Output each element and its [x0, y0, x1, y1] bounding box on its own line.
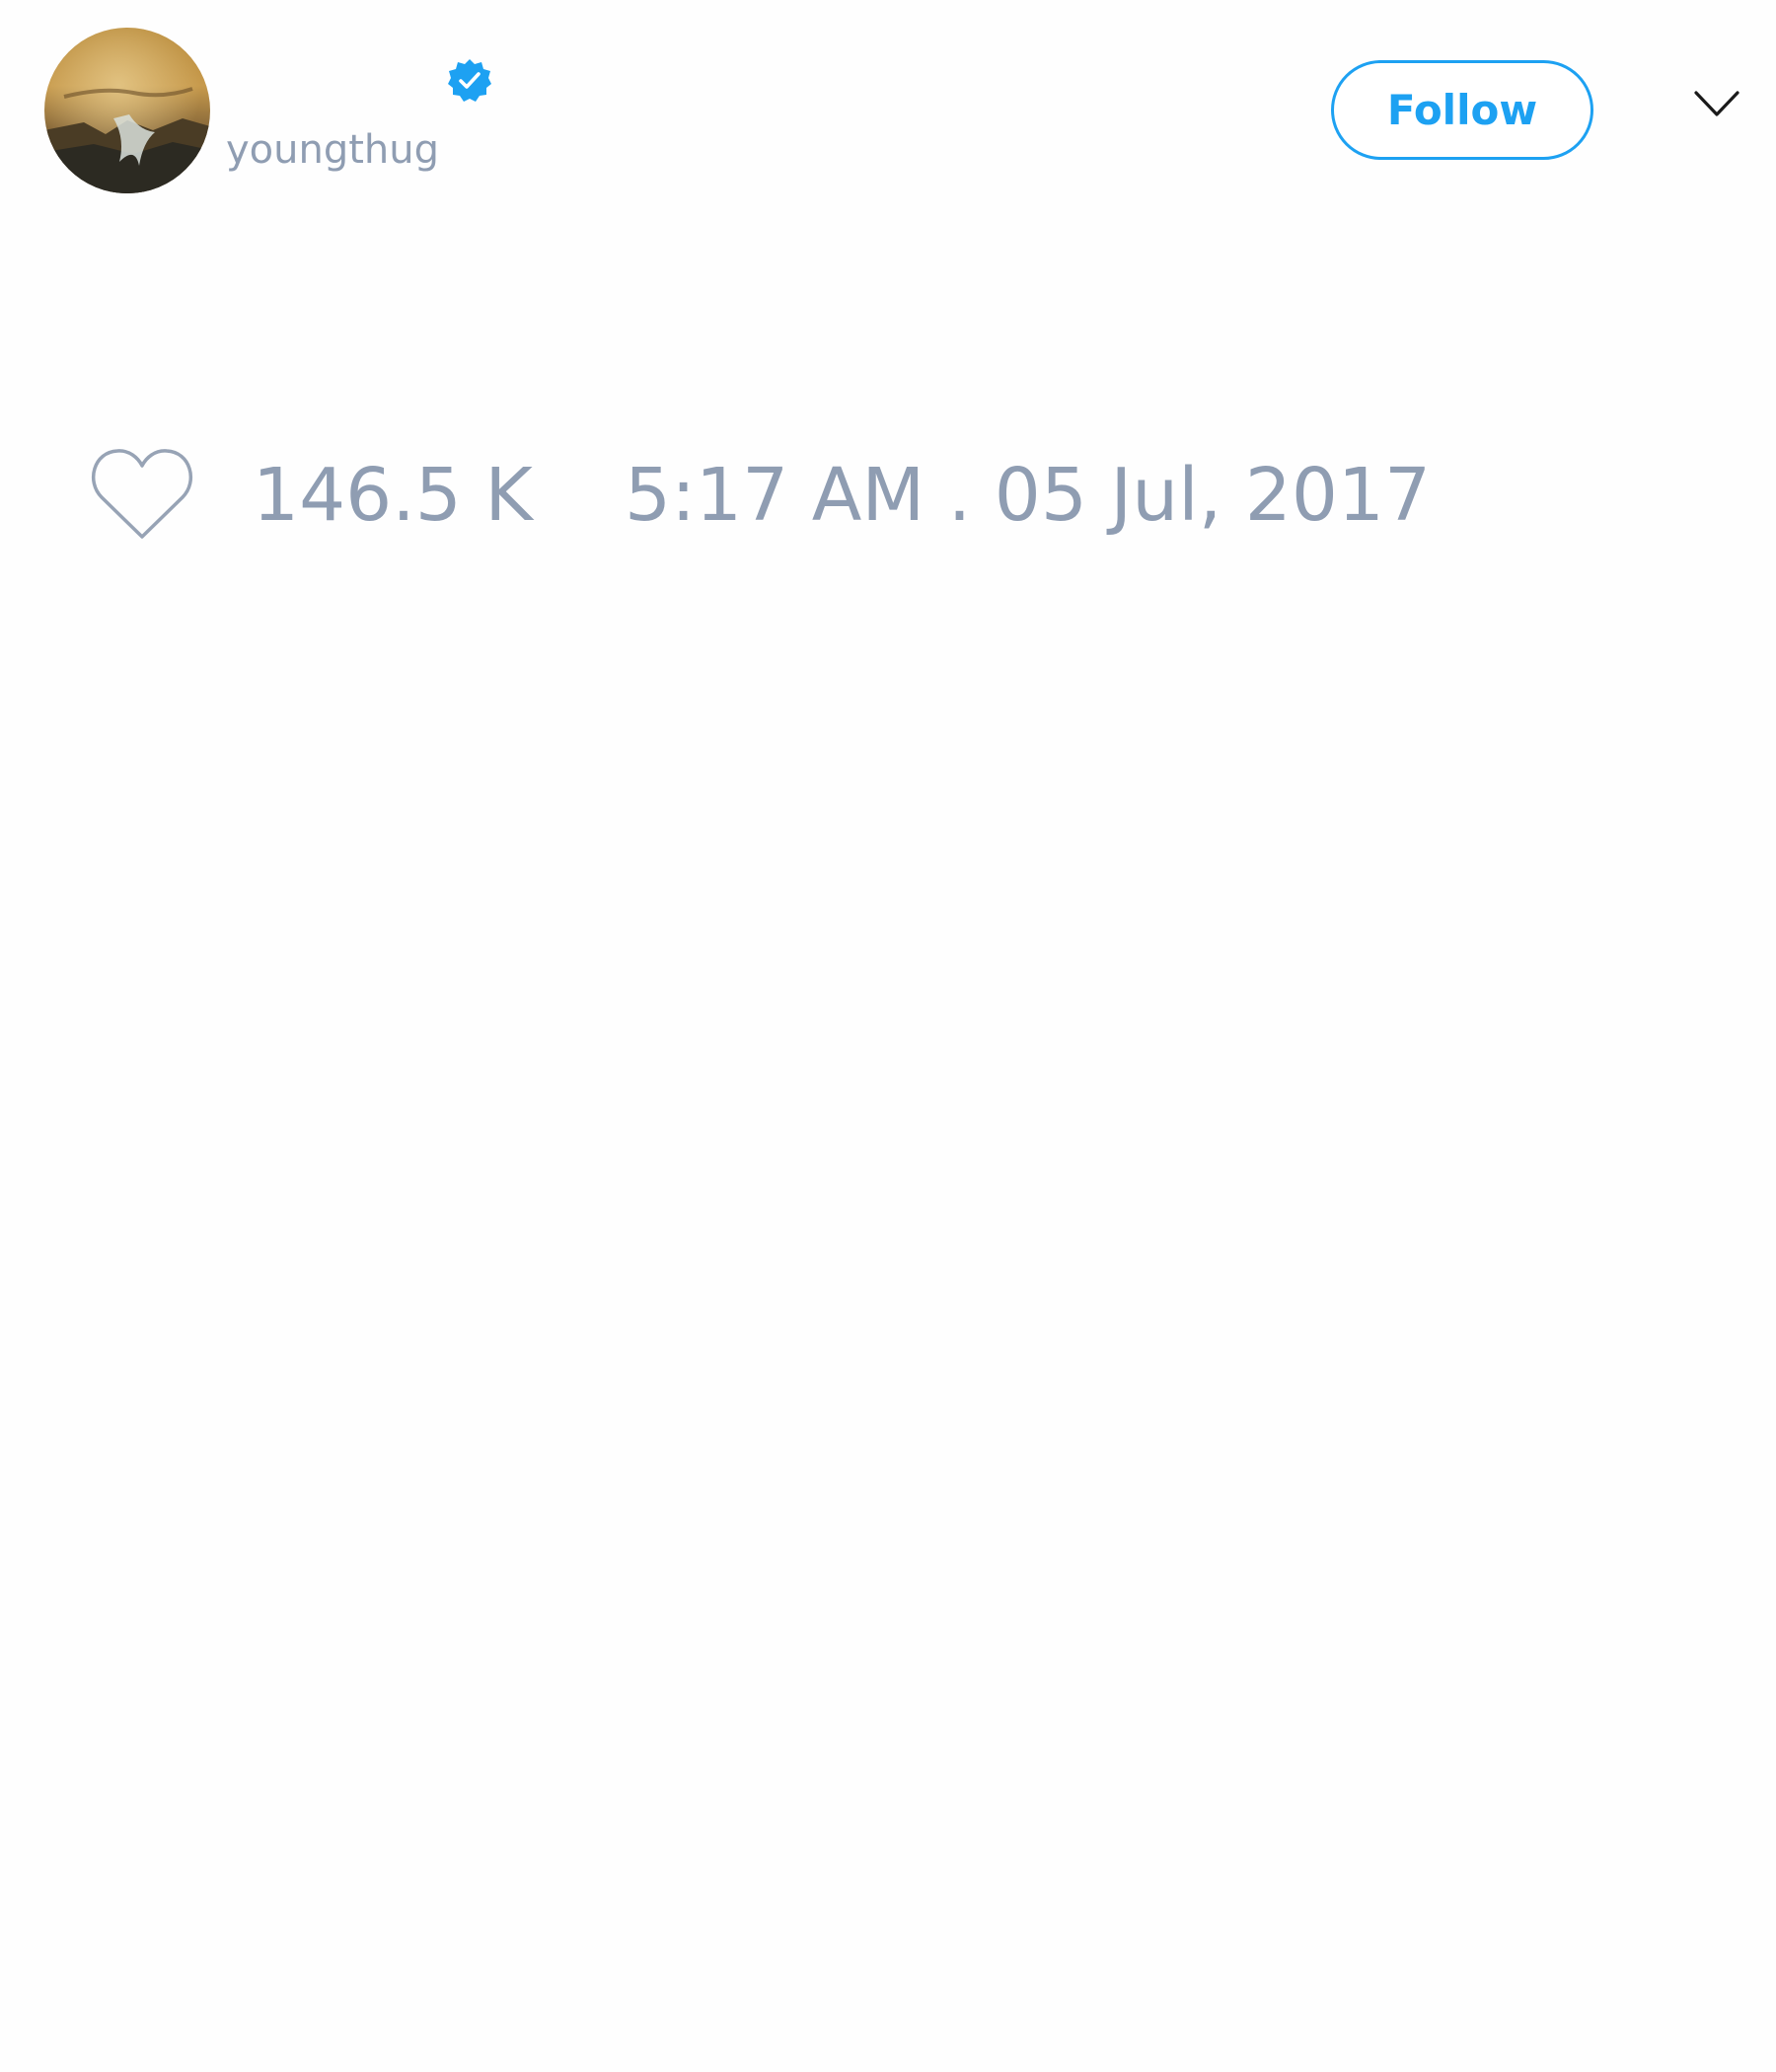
avatar-image — [44, 28, 210, 193]
chevron-down-icon[interactable] — [1693, 89, 1740, 122]
avatar[interactable] — [44, 28, 210, 193]
follow-button[interactable]: Follow — [1331, 60, 1593, 160]
author-handle[interactable]: youngthug — [226, 126, 439, 174]
verified-badge-icon — [448, 59, 491, 102]
tweet-card: youngthug Follow 146.5 K 5:17 AM . 05 Ju… — [0, 0, 1776, 2072]
like-count: 146.5 K — [253, 453, 533, 538]
tweet-timestamp[interactable]: 5:17 AM . 05 Jul, 2017 — [625, 454, 1431, 537]
heart-outline-icon[interactable] — [90, 446, 194, 541]
